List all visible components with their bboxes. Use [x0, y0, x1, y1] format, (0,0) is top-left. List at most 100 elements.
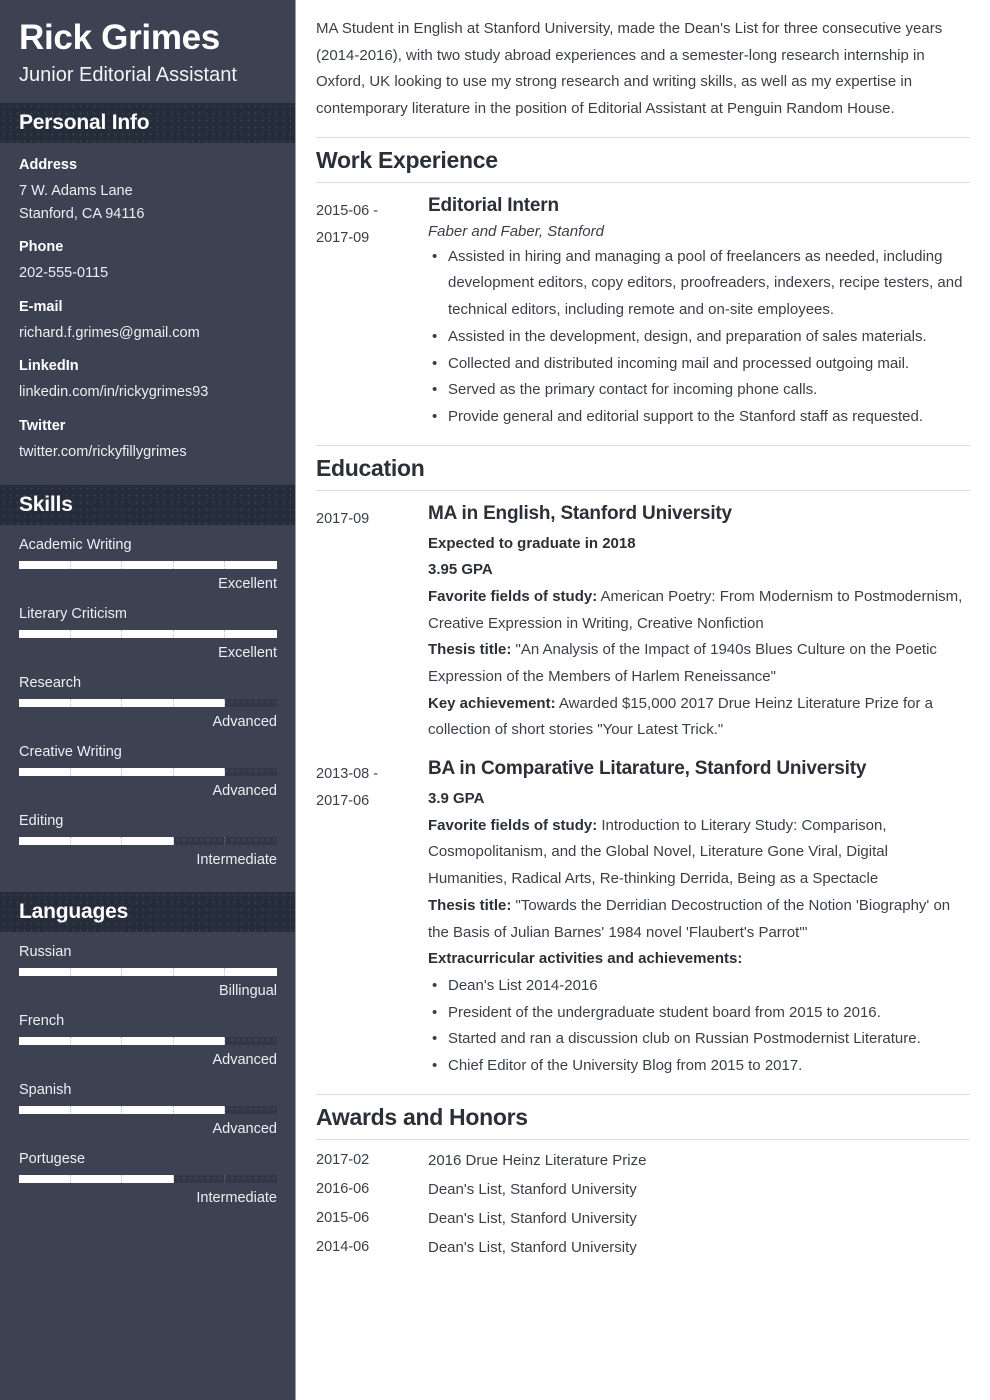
skill-item: Academic Writing Excellent	[19, 537, 277, 593]
education-detail-label: Thesis title:	[428, 641, 512, 659]
education-detail-label: Key achievement:	[428, 694, 556, 712]
job-title: Junior Editorial Assistant	[19, 64, 237, 87]
skill-item: Creative Writing Advanced	[19, 744, 278, 800]
rating-level-label: Advanced	[212, 783, 278, 800]
rating-bar-segments	[19, 561, 277, 570]
language-item: Portugese Intermediate	[19, 1151, 277, 1207]
section-header-personal-info: Personal Info	[0, 103, 295, 144]
rating-bar	[19, 1037, 277, 1046]
award-date: 2015-06	[316, 1209, 370, 1226]
rating-bar-segments	[19, 968, 277, 977]
bullet-list: Dean's List 2014-2016President of the un…	[428, 973, 970, 1080]
languages-list: Russian Billingual French Advanced Spanish Ad…	[0, 932, 295, 1230]
bullet-item: President of the undergraduate student b…	[428, 1000, 970, 1027]
education-detail-label: Favorite fields of study:	[428, 587, 598, 605]
award-text: Dean's List, Stanford University	[428, 1180, 637, 1198]
rating-bar	[19, 1175, 277, 1184]
entry-dates: 2015-06 -2017-09	[316, 202, 379, 246]
section-header-skills: Skills	[0, 485, 295, 526]
rating-name: Creative Writing	[19, 744, 122, 761]
education-detail-line: Expected to graduate in 2018	[428, 534, 636, 552]
rating-level-label: Intermediate	[196, 1190, 277, 1207]
rating-bar-segments	[19, 768, 277, 777]
rating-level-label: Advanced	[212, 714, 278, 731]
education-detail-line: Thesis title: "An Analysis of the Impact…	[428, 637, 970, 690]
rating-bar-segments	[19, 1106, 277, 1115]
bullet-item: Collected and distributed incoming mail …	[428, 351, 970, 378]
personal-info-list: Address 7 W. Adams Lane Stanford, CA 94116…	[0, 143, 295, 485]
languages-heading: Languages	[19, 900, 129, 924]
rating-name: Editing	[19, 813, 64, 830]
degree-title: BA in Comparative Litarature, Stanford U…	[428, 758, 867, 780]
education-entry: 2013-08 -2017-06 BA in Comparative Litara…	[316, 758, 970, 1080]
education-detail-line: Extracurricular activities and achieveme…	[428, 950, 743, 968]
personal-info-label: Address	[19, 157, 78, 174]
personal-info-label: LinkedIn	[19, 358, 79, 375]
entry-body: MA in English, Stanford University Expect…	[428, 503, 970, 745]
professional-summary: MA Student in English at Stanford Univer…	[316, 20, 943, 118]
rating-bar-segments	[19, 1037, 277, 1046]
language-item: French Advanced	[19, 1013, 278, 1069]
personal-info-heading: Personal Info	[19, 111, 150, 135]
award-date: 2014-06	[316, 1238, 370, 1255]
entry-dates: 2013-08 -2017-06	[316, 766, 379, 809]
award-date: 2016-06	[316, 1180, 370, 1197]
name-block: Rick Grimes Junior Editorial Assistant	[0, 0, 295, 103]
work-experience-heading: Work Experience	[316, 136, 970, 183]
skill-item: Research Advanced	[19, 675, 278, 731]
rating-bar-segments	[19, 699, 277, 708]
education-section: Education 2017-09 MA in English, Stanford…	[316, 444, 970, 1080]
skill-item: Editing Intermediate	[19, 813, 277, 868]
resume-document: Rick Grimes Junior Editorial Assistant P…	[0, 0, 990, 1400]
rating-bar	[19, 968, 277, 977]
rating-bar-segments	[19, 1175, 277, 1184]
rating-level-label: Excellent	[218, 576, 277, 593]
awards-list: 2017-02 2016 Drue Heinz Literature Prize 2…	[316, 1152, 970, 1256]
education-heading: Education	[316, 444, 970, 491]
rating-bar-segments	[19, 837, 277, 846]
personal-info-value: 202-555-0115	[19, 265, 109, 282]
rating-name: Portugese	[19, 1151, 86, 1168]
rating-name: Literary Criticism	[19, 606, 127, 623]
rating-level-label: Billingual	[218, 983, 277, 1000]
education-entry: 2017-09 MA in English, Stanford Universit…	[316, 503, 970, 745]
employer-name: Faber and Faber, Stanford	[428, 222, 604, 240]
award-text: 2016 Drue Heinz Literature Prize	[428, 1151, 647, 1169]
awards-heading: Awards and Honors	[316, 1093, 970, 1140]
rating-bar	[19, 768, 277, 777]
sidebar: Rick Grimes Junior Editorial Assistant P…	[0, 0, 296, 1400]
education-detail-line: Key achievement: Awarded $15,000 2017 Dr…	[428, 691, 970, 744]
awards-section: Awards and Honors 2017-02 2016 Drue Heinz…	[316, 1093, 970, 1256]
education-detail-line: Favorite fields of study: Introduction t…	[428, 813, 970, 893]
bullet-item: Dean's List 2014-2016	[428, 973, 970, 1000]
award-row: 2015-06 Dean's List, Stanford University	[316, 1210, 970, 1227]
award-text: Dean's List, Stanford University	[428, 1209, 637, 1227]
job-role-title: Editorial Intern	[428, 194, 559, 216]
education-detail-label: Favorite fields of study:	[428, 816, 598, 834]
skill-item: Literary Criticism Excellent	[19, 606, 277, 661]
rating-level-label: Advanced	[212, 1121, 278, 1138]
bullet-item: Assisted in the development, design, and…	[428, 324, 970, 351]
personal-info-value: 7 W. Adams Lane Stanford, CA 94116	[19, 183, 145, 222]
skills-heading: Skills	[19, 493, 73, 517]
personal-info-item: Phone 202-555-0115	[19, 239, 276, 284]
personal-info-label: Phone	[19, 239, 64, 256]
work-experience-entries: 2015-06 -2017-09 Editorial Intern Faber an…	[316, 195, 970, 431]
skills-list: Academic Writing Excellent Literary Critic…	[0, 525, 295, 892]
education-detail-line: 3.9 GPA	[428, 790, 485, 808]
rating-bar	[19, 1106, 277, 1115]
rating-level-label: Advanced	[212, 1052, 278, 1069]
education-detail-line: 3.95 GPA	[428, 561, 493, 579]
bullet-item: Started and ran a discussion club on Rus…	[428, 1026, 970, 1053]
award-row: 2017-02 2016 Drue Heinz Literature Prize	[316, 1152, 970, 1169]
bullet-item: Provide general and editorial support to…	[428, 404, 970, 431]
personal-info-value: richard.f.grimes@gmail.com	[19, 324, 200, 341]
rating-name: French	[19, 1013, 65, 1030]
personal-info-item: E-mail richard.f.grimes@gmail.com	[19, 299, 276, 344]
rating-bar	[19, 837, 277, 846]
main-content: MA Student in English at Stanford Univer…	[296, 0, 990, 1400]
education-detail-label: Thesis title:	[428, 896, 512, 914]
rating-bar	[19, 630, 277, 639]
bullet-list: Assisted in hiring and managing a pool o…	[428, 244, 970, 431]
personal-info-label: Twitter	[19, 417, 66, 434]
